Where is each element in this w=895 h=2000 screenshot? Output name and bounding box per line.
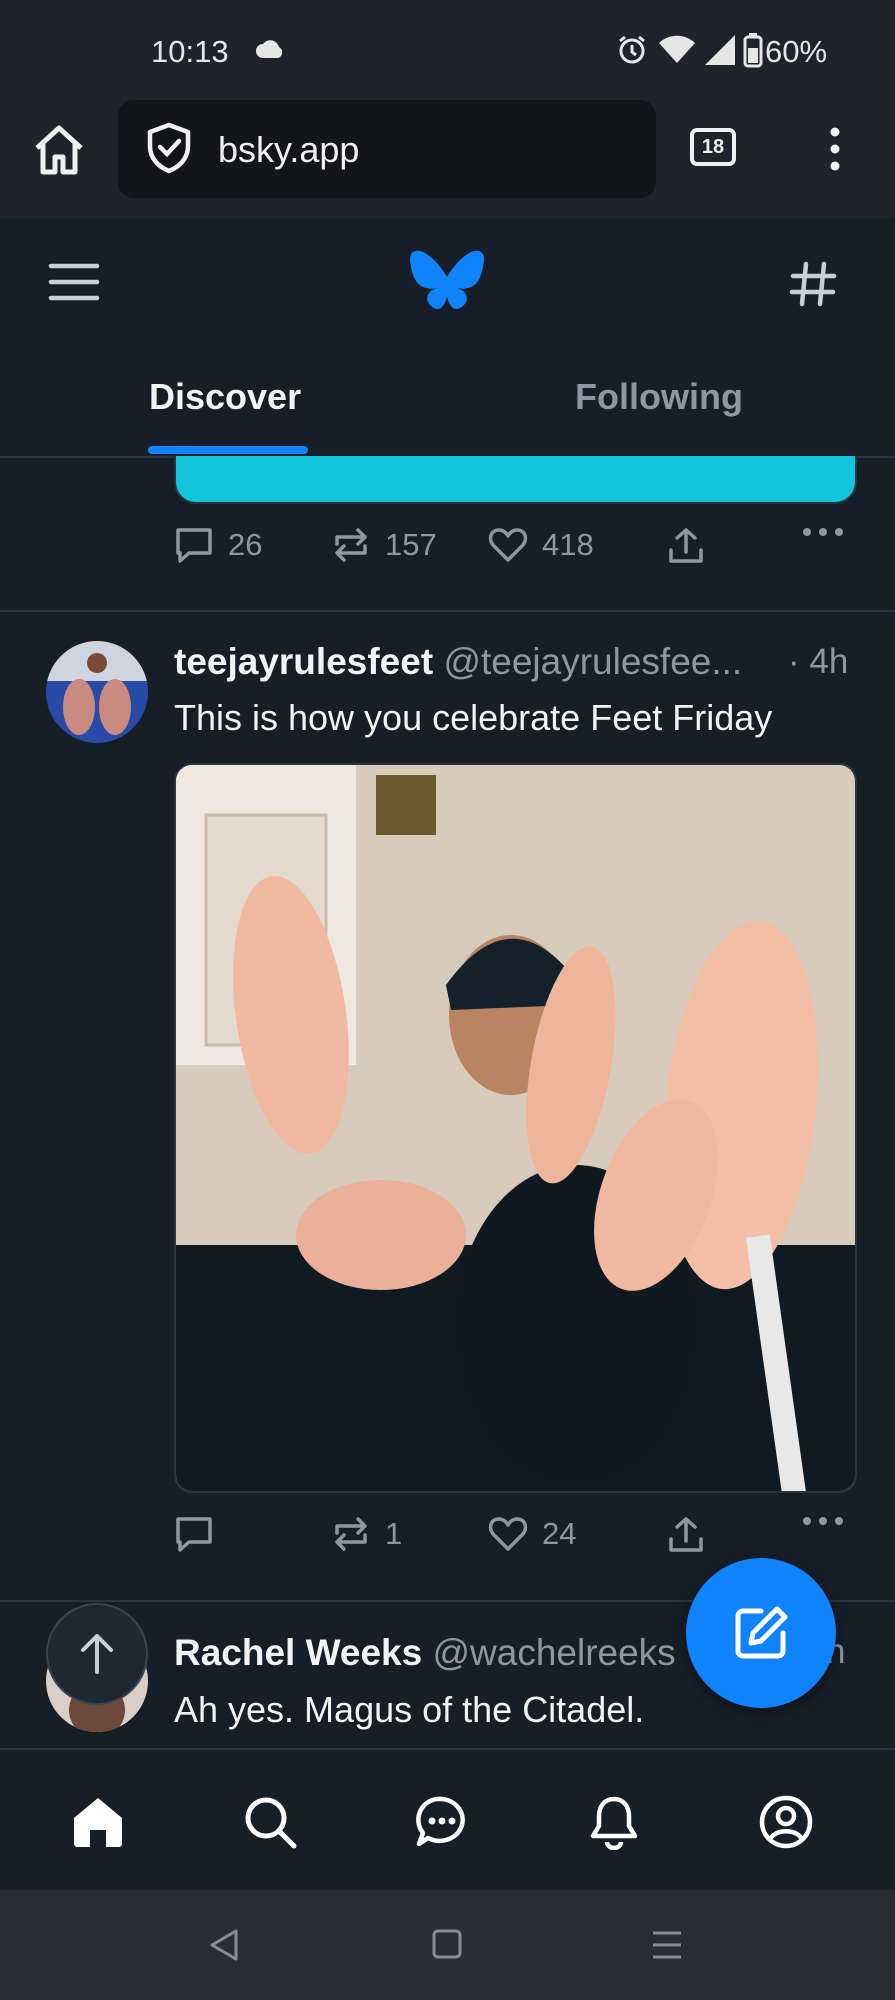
avatar[interactable] xyxy=(46,641,148,743)
url-bar[interactable]: bsky.app xyxy=(118,100,656,198)
battery-percent: 60% xyxy=(765,34,828,69)
post-image[interactable] xyxy=(174,763,857,1493)
recents-icon[interactable] xyxy=(651,1930,683,1960)
reply-icon xyxy=(174,526,228,564)
share-button[interactable] xyxy=(666,526,720,566)
alarm-icon xyxy=(616,34,648,66)
tab-discover[interactable]: Discover xyxy=(149,376,301,418)
bell-icon xyxy=(586,1794,642,1850)
like-button[interactable]: 24 xyxy=(488,1515,576,1553)
signal-icon xyxy=(703,33,737,67)
post-author[interactable]: teejayrulesfeet @teejayrulesfee... xyxy=(174,641,742,683)
app-header: Discover Following xyxy=(0,218,895,458)
url-text: bsky.app xyxy=(218,129,360,170)
scroll-to-top-button[interactable] xyxy=(46,1603,148,1705)
author-display-name: teejayrulesfeet xyxy=(174,641,434,682)
browser-toolbar: bsky.app 18 xyxy=(0,100,895,220)
author-display-name: Rachel Weeks xyxy=(174,1632,423,1673)
status-bar: 10:13 60% xyxy=(0,0,895,100)
previous-post-embed-card[interactable] xyxy=(174,456,857,504)
chat-icon xyxy=(414,1794,470,1850)
next-post-author[interactable]: Rachel Weeks @wachelreeks xyxy=(174,1632,676,1674)
bottom-navigation xyxy=(0,1748,895,1892)
system-navigation-bar xyxy=(0,1890,895,2000)
profile-icon xyxy=(758,1794,814,1850)
compose-post-button[interactable] xyxy=(686,1558,836,1708)
tab-switcher-button[interactable]: 18 xyxy=(690,128,736,166)
post-timestamp[interactable]: · 4h xyxy=(788,642,848,682)
more-options-button[interactable] xyxy=(802,526,858,538)
battery-icon xyxy=(743,32,763,68)
shield-icon xyxy=(146,122,192,174)
menu-icon[interactable] xyxy=(48,262,100,302)
nav-chat[interactable] xyxy=(412,1792,472,1852)
author-handle: @wachelreeks xyxy=(432,1632,676,1673)
status-time: 10:13 xyxy=(151,34,229,69)
share-button[interactable] xyxy=(666,1515,720,1555)
share-icon xyxy=(666,526,720,566)
wifi-icon xyxy=(657,33,697,65)
home-icon xyxy=(70,1794,126,1850)
search-icon xyxy=(242,1794,298,1850)
arrow-up-icon xyxy=(79,1632,115,1676)
repost-icon xyxy=(331,1515,385,1553)
reply-button[interactable] xyxy=(174,1515,228,1553)
repost-count: 157 xyxy=(385,527,437,562)
share-icon xyxy=(666,1515,720,1555)
author-handle: @teejayrulesfee... xyxy=(443,641,743,682)
heart-icon xyxy=(488,526,542,564)
nav-notifications[interactable] xyxy=(584,1792,644,1852)
more-vertical-icon[interactable] xyxy=(828,126,842,172)
reply-count: 26 xyxy=(228,527,263,562)
heart-icon xyxy=(488,1515,542,1553)
post-text: Ah yes. Magus of the Citadel. xyxy=(174,1689,645,1730)
reply-button[interactable]: 26 xyxy=(174,526,262,564)
compose-icon xyxy=(731,1603,791,1663)
post-text: This is how you celebrate Feet Friday xyxy=(174,697,773,738)
active-tab-indicator xyxy=(148,446,308,454)
hashtag-icon[interactable] xyxy=(789,260,837,308)
like-count: 24 xyxy=(542,1516,577,1551)
like-count: 418 xyxy=(542,527,594,562)
back-icon[interactable] xyxy=(208,1928,240,1962)
repost-count: 1 xyxy=(385,1516,403,1551)
more-horizontal-icon xyxy=(802,1515,858,1527)
more-horizontal-icon xyxy=(802,526,858,538)
repost-icon xyxy=(331,526,385,564)
like-button[interactable]: 418 xyxy=(488,526,594,564)
home-icon[interactable] xyxy=(32,124,86,176)
nav-home[interactable] xyxy=(68,1792,128,1852)
nav-search[interactable] xyxy=(240,1792,300,1852)
home-square-icon[interactable] xyxy=(432,1929,462,1959)
reply-icon xyxy=(174,1515,228,1553)
nav-profile[interactable] xyxy=(756,1792,816,1852)
more-options-button[interactable] xyxy=(802,1515,858,1527)
tab-following[interactable]: Following xyxy=(575,376,743,418)
repost-button[interactable]: 1 xyxy=(331,1515,402,1553)
cloud-icon xyxy=(255,38,285,60)
previous-post-actions: 26 157 418 xyxy=(0,526,895,586)
bluesky-logo-icon xyxy=(408,248,486,316)
post-divider xyxy=(0,610,895,612)
repost-button[interactable]: 157 xyxy=(331,526,437,564)
